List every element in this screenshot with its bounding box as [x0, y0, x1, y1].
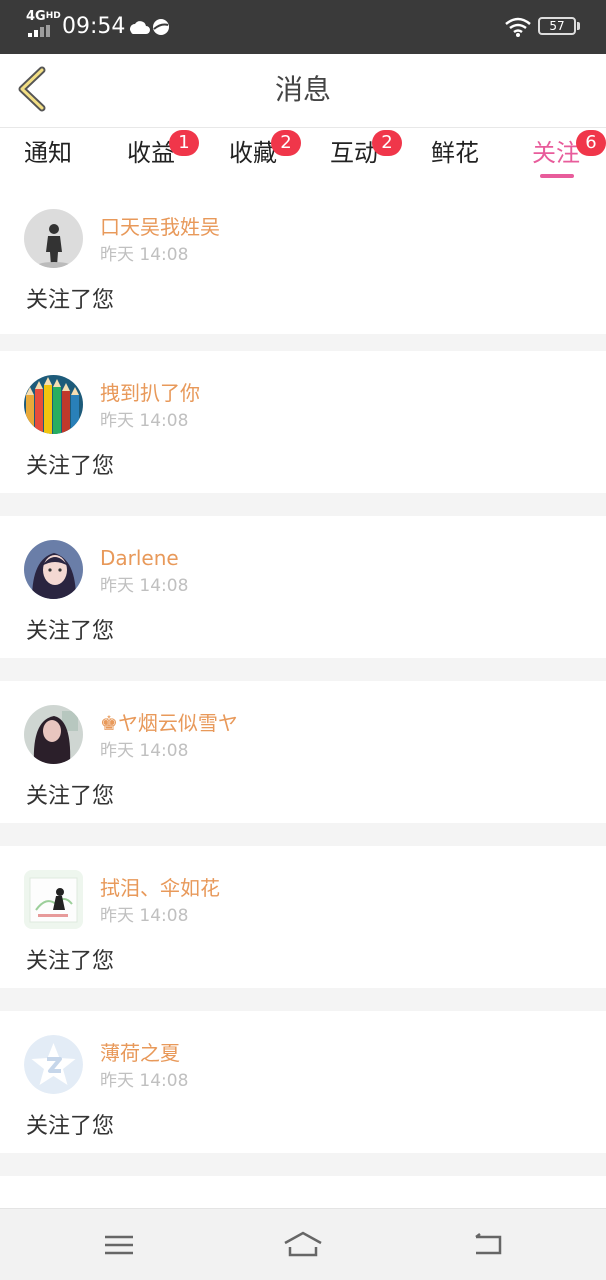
status-bar: 4GHD 09:54 57 [0, 0, 606, 54]
avatar[interactable] [24, 870, 83, 929]
username[interactable]: 薄荷之夏 [100, 1040, 180, 1066]
list-item[interactable]: 拽到扒了你 昨天 14:08 关注了您 [0, 351, 606, 493]
tab-label: 通知 [24, 139, 72, 167]
timestamp: 昨天 14:08 [100, 741, 189, 761]
system-nav-bar [0, 1208, 606, 1280]
crown-icon: ♚ [100, 711, 118, 735]
default-star-avatar-icon [24, 1035, 83, 1094]
page-title: 消息 [274, 73, 331, 106]
timestamp: 昨天 14:08 [100, 1071, 189, 1091]
timestamp: 昨天 14:08 [100, 576, 189, 596]
tab-earnings[interactable]: 收益 1 [127, 130, 199, 168]
home-icon[interactable] [283, 1229, 323, 1261]
unread-badge: 2 [372, 130, 402, 156]
girl-portrait-icon [24, 540, 83, 599]
network-hd: HD [45, 11, 61, 21]
username[interactable]: 拽到扒了你 [100, 380, 200, 406]
tab-label: 收藏 [229, 139, 277, 167]
tab-notifications[interactable]: 通知 [24, 138, 72, 168]
timestamp: 昨天 14:08 [100, 906, 189, 926]
wifi-icon [505, 17, 531, 37]
tab-label: 互动 [330, 139, 378, 167]
person-silhouette-icon [24, 209, 83, 268]
follow-message: 关注了您 [26, 454, 115, 479]
follow-message: 关注了您 [26, 619, 115, 644]
follow-message: 关注了您 [26, 784, 115, 809]
network-type: 4G [26, 9, 46, 24]
network-indicator: 4GHD [26, 10, 61, 23]
tab-follows[interactable]: 关注 6 [532, 130, 606, 168]
tab-label: 鲜花 [431, 139, 479, 167]
tab-label: 关注 [532, 139, 580, 167]
tab-favorites[interactable]: 收藏 2 [229, 130, 301, 168]
username-text: ヤ烟云似雪ヤ [117, 711, 238, 735]
avatar[interactable] [24, 540, 83, 599]
unread-badge: 6 [576, 130, 606, 156]
active-tab-indicator [540, 174, 574, 178]
follow-message: 关注了您 [26, 949, 115, 974]
back-icon[interactable] [468, 1229, 508, 1261]
list-item[interactable]: 口天吴我姓吴 昨天 14:08 关注了您 [0, 192, 606, 334]
colored-pencils-icon [24, 375, 83, 434]
avatar[interactable] [24, 705, 83, 764]
girl-dark-hair-icon [24, 705, 83, 764]
list-item[interactable]: ♚ヤ烟云似雪ヤ 昨天 14:08 关注了您 [0, 681, 606, 823]
green-illustration-icon [24, 870, 83, 929]
list-item[interactable]: 拭泪、伞如花 昨天 14:08 关注了您 [0, 846, 606, 988]
unread-badge: 1 [169, 130, 199, 156]
list-item[interactable]: 薄荷之夏 昨天 14:08 关注了您 [0, 1011, 606, 1153]
signal-icon [28, 25, 54, 37]
nav-bar: 消息 [0, 54, 606, 128]
menu-icon[interactable] [99, 1229, 139, 1261]
username[interactable]: 口天吴我姓吴 [100, 214, 220, 240]
avatar[interactable] [24, 1035, 83, 1094]
timestamp: 昨天 14:08 [100, 411, 189, 431]
username[interactable]: 拭泪、伞如花 [100, 875, 220, 901]
follow-message: 关注了您 [26, 1114, 115, 1139]
tab-label: 收益 [127, 139, 175, 167]
battery-icon: 57 [538, 17, 580, 35]
avatar[interactable] [24, 209, 83, 268]
timestamp: 昨天 14:08 [100, 245, 189, 265]
tab-flowers[interactable]: 鲜花 [431, 138, 479, 168]
list-item[interactable]: Darlene 昨天 14:08 关注了您 [0, 516, 606, 658]
status-time: 09:54 [62, 14, 126, 39]
follow-message: 关注了您 [26, 288, 115, 313]
tab-bar: 通知 收益 1 收藏 2 互动 2 鲜花 关注 6 [0, 128, 606, 192]
username[interactable]: ♚ヤ烟云似雪ヤ [100, 710, 238, 736]
battery-level: 57 [549, 19, 565, 33]
weather-icon [130, 19, 169, 35]
avatar[interactable] [24, 375, 83, 434]
username[interactable]: Darlene [100, 545, 179, 571]
tab-interactions[interactable]: 互动 2 [330, 130, 402, 168]
unread-badge: 2 [271, 130, 301, 156]
